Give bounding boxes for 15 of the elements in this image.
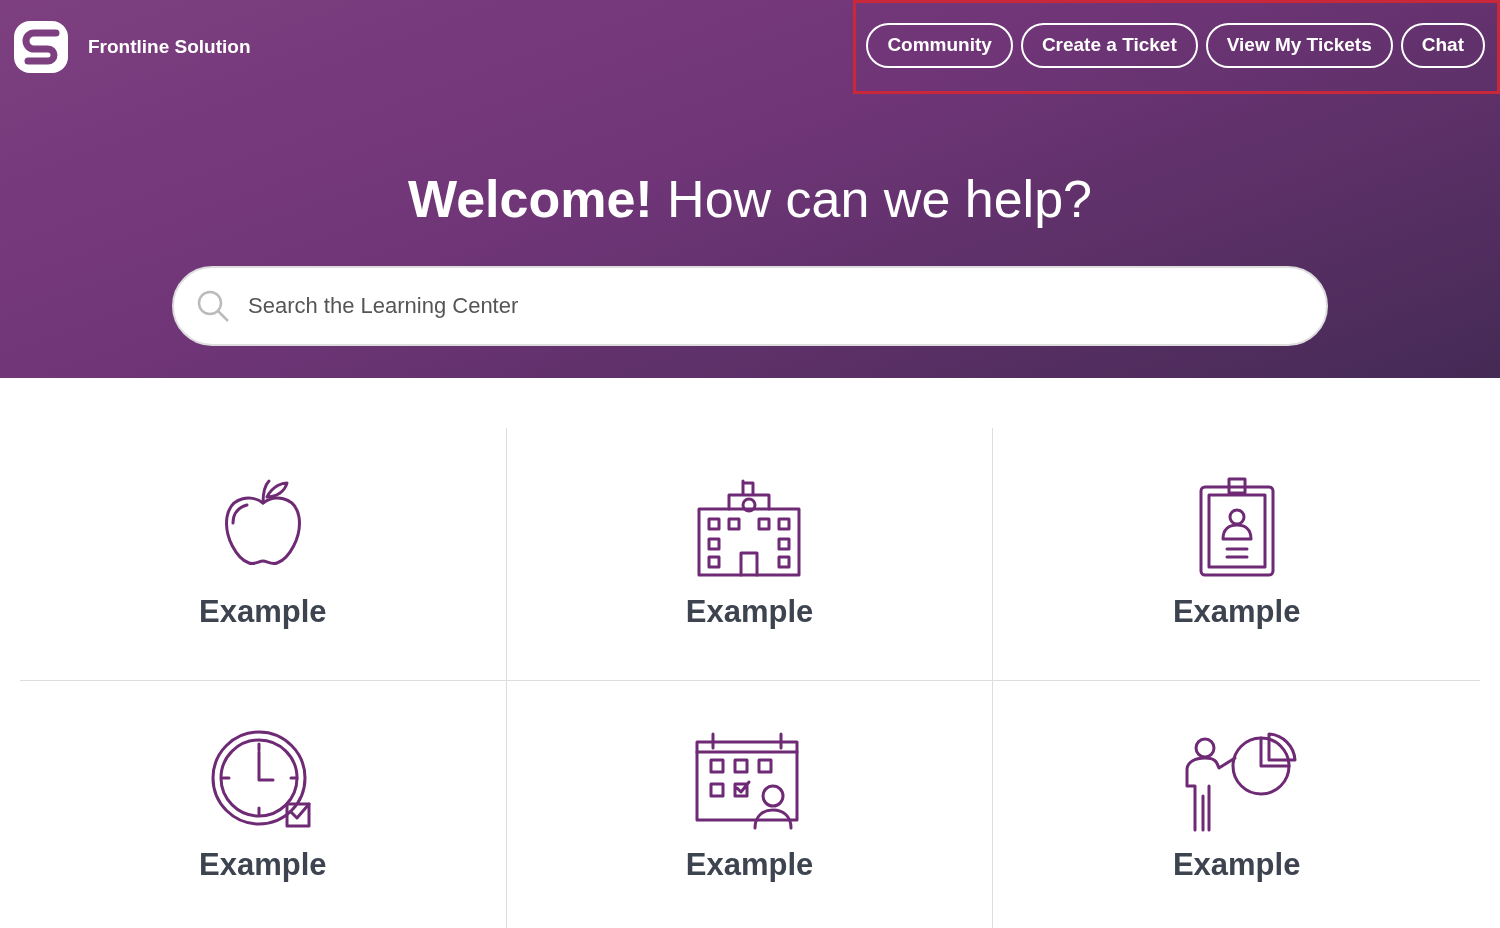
search-icon [196, 289, 230, 323]
nav-button[interactable]: View My Tickets [1205, 23, 1393, 68]
category-link[interactable]: Example [199, 588, 327, 636]
nav-button[interactable]: Chat [1400, 23, 1485, 68]
category-link[interactable]: Example [685, 842, 814, 889]
logo-icon [12, 19, 70, 75]
category-link[interactable]: Example [199, 842, 327, 889]
nav-button[interactable]: Community [866, 23, 1013, 68]
hero-heading: Welcome! How can we help? [407, 169, 1093, 230]
search-field[interactable]: Search the Learning Center [172, 266, 1328, 346]
category-link[interactable]: Example [1172, 842, 1301, 889]
category-link[interactable]: Example [685, 588, 814, 636]
category-link[interactable]: Example [1172, 588, 1301, 636]
brand-name: Frontline Solution [88, 34, 251, 59]
nav-button[interactable]: Create a Ticket [1020, 23, 1198, 68]
